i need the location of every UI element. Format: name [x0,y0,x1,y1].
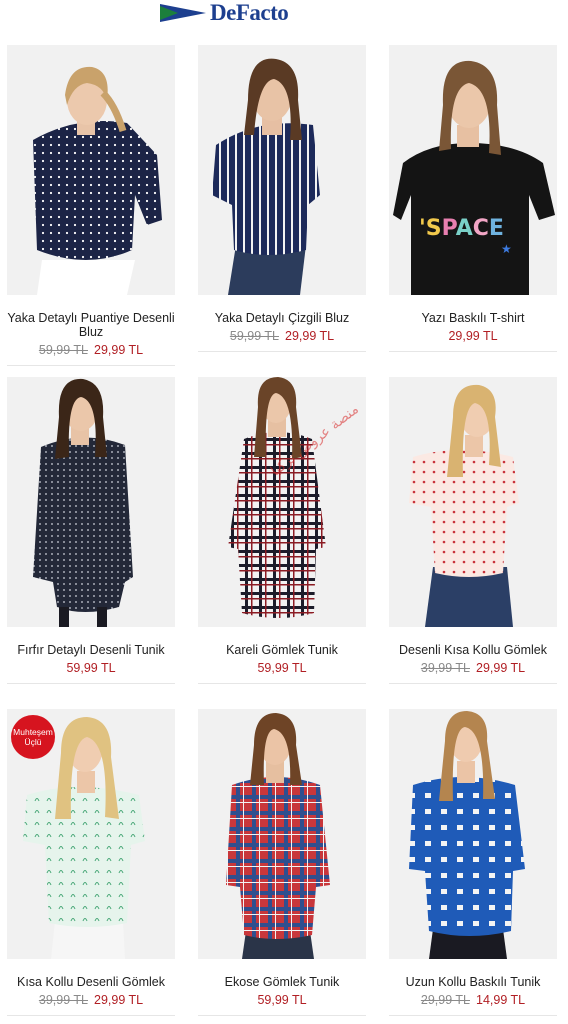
divider [7,1015,175,1016]
divider [198,683,366,684]
product-name[interactable]: Ekose Gömlek Tunik [198,975,366,989]
product-name[interactable]: Yaka Detaylı Çizgili Bluz [198,311,366,325]
product-name[interactable]: Kareli Gömlek Tunik [198,643,366,657]
old-price: 39,99 TL [420,661,470,675]
product-image[interactable]: 'SPACE ★ [389,45,557,295]
price-row: 39,99 TL 29,99 TL [7,993,175,1007]
product-image[interactable] [198,45,366,295]
star-icon: ★ [501,242,512,256]
promo-badge[interactable]: Muhteşem Üçlü [11,715,55,759]
product-name[interactable]: Fırfır Detaylı Desenli Tunik [7,643,175,657]
divider [389,1015,557,1016]
current-price: 29,99 TL [476,661,526,675]
old-price: 29,99 TL [420,993,470,1007]
price-row: 59,99 TL [198,661,366,675]
product-name[interactable]: Yazı Baskılı T-shirt [389,311,557,325]
product-name[interactable]: Kısa Kollu Desenli Gömlek [7,975,175,989]
current-price: 29,99 TL [448,329,498,343]
divider [389,351,557,352]
current-price: 59,99 TL [257,993,307,1007]
old-price: 39,99 TL [38,993,88,1007]
current-price: 29,99 TL [285,329,335,343]
divider [389,683,557,684]
brand-flag-icon [160,4,206,22]
product-image[interactable] [389,709,557,959]
old-price: 59,99 TL [38,343,88,357]
product-image[interactable] [389,377,557,627]
current-price: 29,99 TL [94,993,144,1007]
current-price: 14,99 TL [476,993,526,1007]
product-name[interactable]: Uzun Kollu Baskılı Tunik [389,975,557,989]
price-row: 29,99 TL [389,329,557,343]
current-price: 59,99 TL [66,661,116,675]
brand-name: DeFacto [210,0,289,25]
divider [198,1015,366,1016]
product-image[interactable] [7,45,175,295]
divider [7,683,175,684]
defacto-logo[interactable]: DeFacto [160,0,289,25]
product-name[interactable]: Yaka Detaylı Puantiye Desenli Bluz [7,311,175,339]
price-row: 59,99 TL 29,99 TL [198,329,366,343]
price-row: 39,99 TL 29,99 TL [389,661,557,675]
product-image[interactable] [198,709,366,959]
price-row: 29,99 TL 14,99 TL [389,993,557,1007]
price-row: 59,99 TL [198,993,366,1007]
old-price: 59,99 TL [229,329,279,343]
current-price: 29,99 TL [94,343,144,357]
price-row: 59,99 TL 29,99 TL [7,343,175,357]
header: DeFacto [0,0,568,26]
price-row: 59,99 TL [7,661,175,675]
divider [7,365,175,366]
product-image[interactable] [7,377,175,627]
product-name[interactable]: Desenli Kısa Kollu Gömlek [389,643,557,657]
tshirt-print: 'SPACE [419,216,504,241]
divider [198,351,366,352]
current-price: 59,99 TL [257,661,307,675]
